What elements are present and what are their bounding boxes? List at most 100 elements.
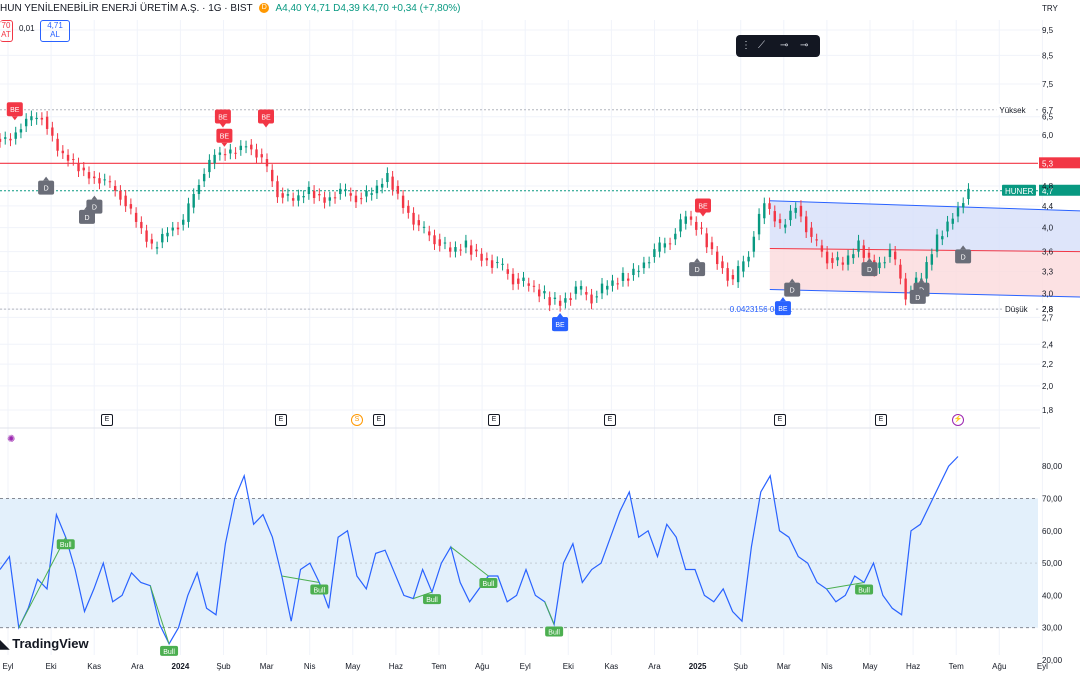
candle-body <box>469 245 473 255</box>
time-tick-label: Eyl <box>520 662 531 671</box>
time-tick-label: May <box>345 662 360 671</box>
chart-canvas[interactable]: Yüksek 6,75,3HUNER 4,7Düşük 2,8 0.0423156 0… <box>0 0 1080 675</box>
time-tick-label: Ara <box>131 662 144 671</box>
candle-body <box>862 245 865 258</box>
event-marker[interactable]: E <box>774 414 786 426</box>
candle-body <box>527 283 530 286</box>
candle-body <box>375 185 379 194</box>
rsi-tick-label: 40,00 <box>1042 591 1063 600</box>
drag-handle-icon[interactable]: ⋮ <box>741 35 751 57</box>
candle-body <box>202 173 206 182</box>
candle-body <box>742 261 745 272</box>
candle-body <box>291 198 295 201</box>
candle-body <box>804 216 808 233</box>
price-tick-label: 4,0 <box>1042 224 1054 233</box>
price-tick-label: 2,4 <box>1042 340 1054 349</box>
flash-event-icon[interactable]: ⚡ <box>952 414 964 426</box>
candle-body <box>255 149 258 158</box>
price-tick-label: 4,8 <box>1042 182 1054 191</box>
horizontal-line-icon[interactable]: ⊸ <box>800 35 808 57</box>
candle-body <box>339 188 342 195</box>
time-tick-label: Mar <box>260 662 274 671</box>
sell-button[interactable]: 70 AT <box>0 20 13 42</box>
candle-body <box>663 243 667 248</box>
candle-body <box>532 285 536 287</box>
candle-body <box>820 245 824 252</box>
trend-line-icon[interactable]: ⟋ <box>758 35 765 57</box>
candle-body <box>857 240 860 252</box>
candle-body <box>302 195 305 198</box>
tv-logo-icon: ◣ <box>0 637 10 651</box>
candle-body <box>600 283 604 294</box>
candle-body <box>825 251 829 264</box>
buy-label: AL <box>50 30 60 39</box>
candle-body <box>438 239 441 246</box>
candle-body <box>124 195 127 207</box>
candle-body <box>454 247 457 252</box>
candle-body <box>726 268 729 281</box>
candle-body <box>637 270 640 272</box>
bull-label: Bull <box>313 587 325 594</box>
bull-label: Bull <box>483 581 495 588</box>
candle-body <box>197 184 201 195</box>
candle-body <box>72 159 75 161</box>
buy-button[interactable]: 4,71 AL <box>40 20 70 42</box>
signal-marker-label: D <box>44 186 49 193</box>
ohlc-close: K4,70 <box>362 3 389 14</box>
event-marker[interactable]: E <box>488 414 500 426</box>
candle-body <box>710 242 714 250</box>
candle-body <box>176 227 180 230</box>
event-marker[interactable]: S <box>351 414 363 426</box>
rsi-tick-label: 80,00 <box>1042 462 1063 471</box>
candle-body <box>134 212 138 222</box>
candle-body <box>82 167 85 171</box>
price-tick-label: 7,5 <box>1042 80 1054 89</box>
event-marker[interactable]: E <box>875 414 887 426</box>
time-tick-label: Mar <box>777 662 791 671</box>
event-marker[interactable]: E <box>101 414 113 426</box>
price-line-label: Yüksek <box>999 106 1026 115</box>
signal-marker-pointer <box>91 195 98 200</box>
candle-body <box>30 116 33 121</box>
candle-body <box>271 169 274 182</box>
horizontal-ray-icon[interactable]: ⊸ <box>780 35 788 57</box>
signal-marker-pointer <box>221 142 228 147</box>
candle-body <box>951 218 954 224</box>
bull-label: Bull <box>858 587 870 594</box>
candle-body <box>721 261 724 269</box>
candle-body <box>538 289 541 297</box>
time-tick-label: Haz <box>389 662 403 671</box>
candle-body <box>679 219 682 232</box>
event-marker[interactable]: E <box>275 414 287 426</box>
candle-body <box>852 254 855 259</box>
price-tick-label: 4,4 <box>1042 202 1054 211</box>
candle-body <box>218 152 222 155</box>
symbol-title[interactable]: HUN YENİLENEBİLİR ENERJİ ÜRETİM A.Ş. · 1… <box>0 3 252 14</box>
sell-price: 70 <box>1 21 11 30</box>
spread-value: 0,01 <box>19 24 35 33</box>
signal-marker-pointer <box>779 297 786 302</box>
candle-body <box>344 189 347 191</box>
price-tick-label: 3,3 <box>1042 268 1054 277</box>
candle-body <box>736 266 740 283</box>
event-marker[interactable]: E <box>373 414 385 426</box>
candle-body <box>731 275 735 280</box>
signal-marker-label: BE <box>261 114 271 121</box>
signal-marker-label: D <box>84 215 89 222</box>
candle-body <box>312 190 316 198</box>
price-tick-label: 6,5 <box>1042 113 1054 122</box>
candle-body <box>925 262 928 279</box>
price-tick-label: 2,0 <box>1042 382 1054 391</box>
candle-body <box>574 286 578 294</box>
indicator-settings-icon[interactable]: ✺ <box>7 434 15 445</box>
signal-marker-pointer <box>43 176 50 181</box>
candle-body <box>485 258 489 261</box>
candle-body <box>281 193 284 198</box>
tradingview-logo: ◣ TradingView <box>0 636 89 651</box>
candle-body <box>815 239 818 241</box>
symbol-header: HUN YENİLENEBİLİR ENERJİ ÜRETİM A.Ş. · 1… <box>0 3 460 14</box>
candle-body <box>171 227 174 231</box>
price-tick-label: 3,6 <box>1042 248 1054 257</box>
event-marker[interactable]: E <box>604 414 616 426</box>
ohlc-high: Y4,71 <box>304 3 331 14</box>
